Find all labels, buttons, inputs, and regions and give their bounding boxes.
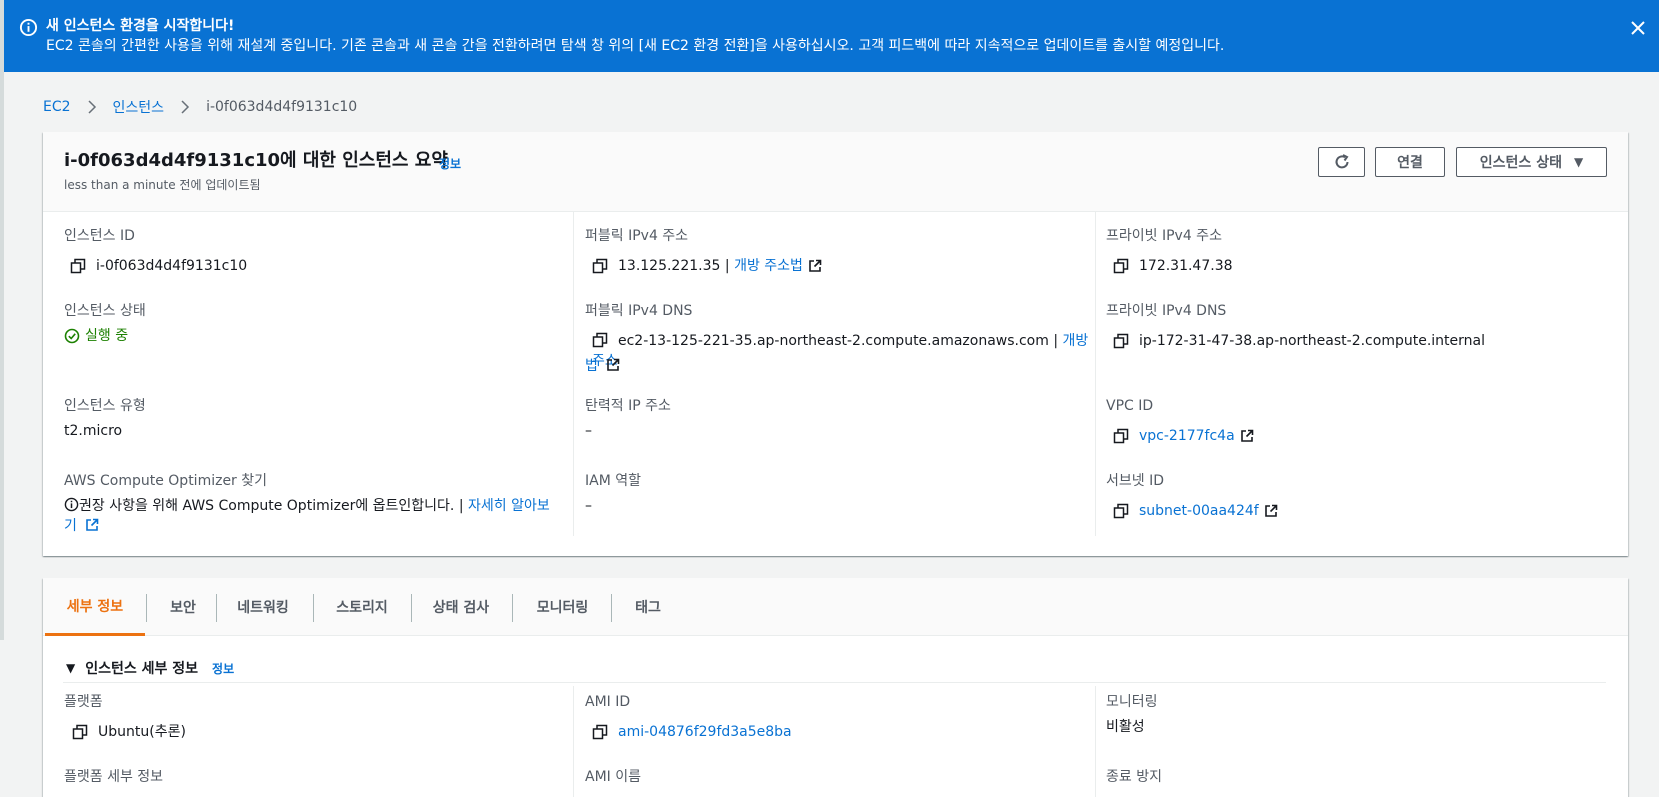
compute-optimizer-label: AWS Compute Optimizer 찾기 <box>64 473 268 489</box>
external-link-icon[interactable] <box>606 358 620 372</box>
instance-state-label: 인스턴스 상태 <box>64 303 146 319</box>
refresh-button[interactable] <box>1318 147 1365 177</box>
column-divider <box>573 212 574 536</box>
subnet-link[interactable]: subnet-00aa424f <box>1139 501 1259 521</box>
banner-title: 새 인스턴스 환경을 시작합니다! <box>46 18 235 34</box>
platform-label: 플랫폼 <box>64 694 103 710</box>
section-divider <box>63 682 1606 683</box>
ami-name-label: AMI 이름 <box>585 769 641 785</box>
instance-state-dropdown[interactable]: 인스턴스 상태 ▼ <box>1456 147 1607 177</box>
banner-message: EC2 콘솔의 간편한 사용을 위해 재설계 중입니다. 기존 콘솔과 새 콘솔… <box>46 38 1225 54</box>
platform-details-label: 플랫폼 세부 정보 <box>64 769 164 785</box>
instance-type-value: t2.micro <box>64 423 123 439</box>
copy-icon[interactable] <box>1113 428 1129 444</box>
ami-id-link[interactable]: ami-04876f29fd3a5e8ba <box>618 722 792 742</box>
instance-state-value: 실행 중 <box>64 326 128 346</box>
tab-details[interactable]: 세부 정보 <box>45 578 145 636</box>
subnet-id-value: subnet-00aa424f <box>1113 501 1278 521</box>
details-info-link[interactable]: 정보 <box>212 660 234 677</box>
public-ipv4-value: 13.125.221.35 | 개방 주소법 <box>592 256 822 276</box>
open-address-link[interactable]: 개방 주소법 <box>734 256 803 276</box>
left-edge <box>0 0 4 640</box>
public-dns-value-continued: 법 <box>585 356 620 376</box>
learn-more-link-continued[interactable]: 기 <box>64 518 77 534</box>
monitoring-label: 모니터링 <box>1106 694 1158 710</box>
iam-role-label: IAM 역할 <box>585 473 641 489</box>
termination-protection-label: 종료 방지 <box>1106 769 1162 785</box>
external-link-icon[interactable] <box>1264 504 1278 518</box>
copy-icon[interactable] <box>72 724 88 740</box>
public-ipv4-label: 퍼블릭 IPv4 주소 <box>585 228 689 244</box>
elastic-ip-label: 탄력적 IP 주소 <box>585 398 671 414</box>
monitoring-value: 비활성 <box>1106 719 1145 735</box>
tab-monitoring[interactable]: 모니터링 <box>513 578 612 636</box>
copy-icon[interactable] <box>592 258 608 274</box>
tab-networking[interactable]: 네트워킹 <box>217 578 309 636</box>
open-address-dns-link-continued[interactable]: 법 <box>585 358 598 374</box>
column-divider <box>573 686 574 797</box>
private-dns-label: 프라이빗 IPv4 DNS <box>1106 303 1227 319</box>
summary-title: i-0f063d4d4f9131c10에 대한 인스턴스 요약 <box>64 150 448 171</box>
tab-security[interactable]: 보안 <box>147 578 219 636</box>
chevron-right-icon <box>181 100 190 114</box>
chevron-right-icon <box>88 100 96 114</box>
new-experience-banner: 새 인스턴스 환경을 시작합니다! EC2 콘솔의 간편한 사용을 위해 재설계… <box>4 0 1659 72</box>
instance-type-label: 인스턴스 유형 <box>64 398 146 414</box>
caret-down-icon: ▼ <box>66 661 76 675</box>
subnet-id-label: 서브넷 ID <box>1106 473 1164 489</box>
learn-more-link[interactable]: 자세히 알아보 <box>468 498 550 514</box>
vpc-link[interactable]: vpc-2177fc4a <box>1139 426 1235 446</box>
ami-id-label: AMI ID <box>585 694 631 710</box>
tab-tags[interactable]: 태그 <box>612 578 684 636</box>
summary-info-link[interactable]: 정보 <box>439 155 461 172</box>
tab-status-checks[interactable]: 상태 검사 <box>412 578 510 636</box>
details-card: 세부 정보 보안 네트워킹 스토리지 상태 검사 모니터링 태그 <box>43 578 1628 797</box>
vpc-id-value: vpc-2177fc4a <box>1113 426 1254 446</box>
connect-button[interactable]: 연결 <box>1375 147 1445 177</box>
public-dns-value: ec2-13-125-221-35.ap-northeast-2.compute… <box>592 332 1089 369</box>
breadcrumb-current: i-0f063d4d4f9131c10 <box>206 99 358 115</box>
private-ipv4-value: 172.31.47.38 <box>1113 256 1233 276</box>
tab-storage[interactable]: 스토리지 <box>314 578 410 636</box>
info-icon <box>19 18 38 37</box>
elastic-ip-value: – <box>585 423 592 439</box>
ami-id-value: ami-04876f29fd3a5e8ba <box>592 722 792 742</box>
copy-icon[interactable] <box>70 258 86 274</box>
copy-icon[interactable] <box>1113 333 1129 349</box>
column-divider <box>1095 212 1096 536</box>
external-link-icon[interactable] <box>1240 429 1254 443</box>
iam-role-value: – <box>585 498 592 514</box>
copy-icon[interactable] <box>592 332 608 348</box>
public-dns-label: 퍼블릭 IPv4 DNS <box>585 303 693 319</box>
breadcrumb-instances[interactable]: 인스턴스 <box>113 97 165 117</box>
column-divider <box>1095 686 1096 797</box>
vpc-id-label: VPC ID <box>1106 398 1154 414</box>
private-ipv4-label: 프라이빗 IPv4 주소 <box>1106 228 1222 244</box>
caret-down-icon: ▼ <box>1573 155 1584 169</box>
info-icon <box>64 497 79 512</box>
instance-id-label: 인스턴스 ID <box>64 228 135 244</box>
check-circle-icon <box>64 328 80 344</box>
copy-icon[interactable] <box>1113 503 1129 519</box>
external-link-icon[interactable] <box>808 259 822 273</box>
close-icon[interactable] <box>1627 17 1649 39</box>
external-link-icon[interactable] <box>85 518 99 532</box>
breadcrumb-ec2[interactable]: EC2 <box>43 99 71 115</box>
compute-optimizer-value: 권장 사항을 위해 AWS Compute Optimizer에 옵트인합니다.… <box>64 497 550 534</box>
breadcrumb: EC2 인스턴스 i-0f063d4d4f9131c10 <box>43 96 357 118</box>
updated-time: less than a minute 전에 업데이트됨 <box>64 178 261 192</box>
private-dns-value: ip-172-31-47-38.ap-northeast-2.compute.i… <box>1113 331 1485 351</box>
copy-icon[interactable] <box>1113 258 1129 274</box>
platform-value: Ubuntu(추론) <box>72 722 186 742</box>
tab-bar: 세부 정보 보안 네트워킹 스토리지 상태 검사 모니터링 태그 <box>43 578 1628 636</box>
instance-details-section-header[interactable]: ▼ 인스턴스 세부 정보 정보 <box>66 658 234 678</box>
copy-icon[interactable] <box>592 724 608 740</box>
refresh-icon <box>1335 154 1348 169</box>
instance-id-value: i-0f063d4d4f9131c10 <box>70 256 247 276</box>
